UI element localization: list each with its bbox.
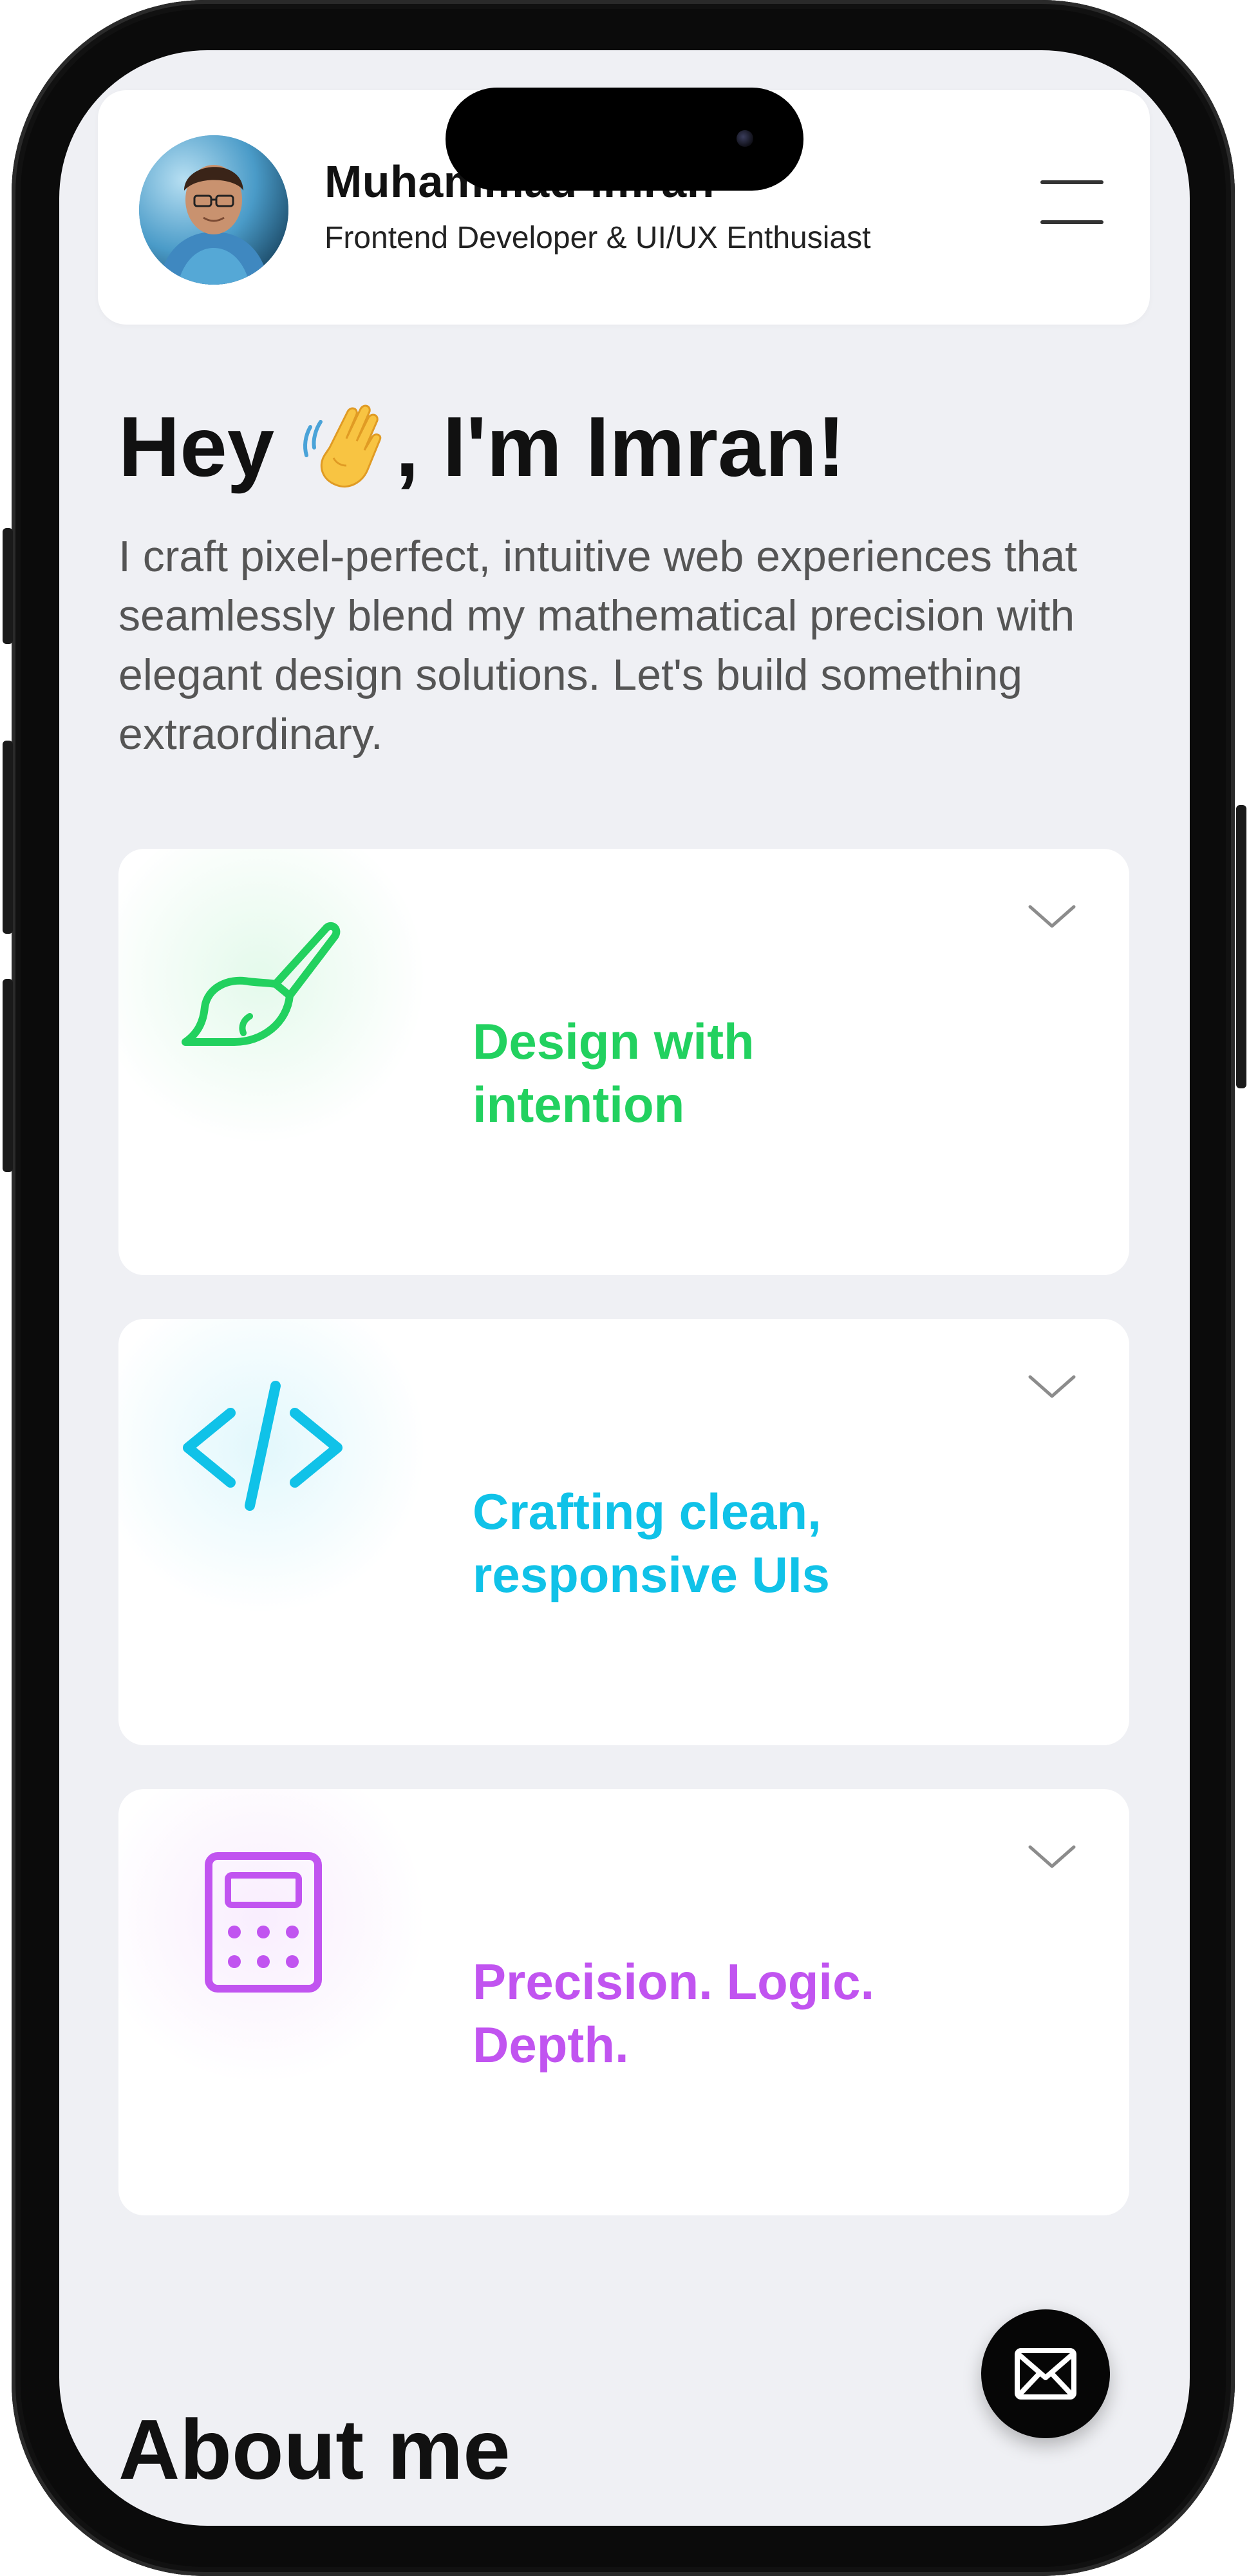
hero-title: Hey , I'm Imran! bbox=[118, 398, 845, 495]
screen: Muhammad Imran Frontend Developer & UI/U… bbox=[59, 50, 1190, 2526]
dynamic-island bbox=[446, 88, 803, 191]
hamburger-icon-line bbox=[1040, 220, 1103, 224]
hamburger-icon bbox=[1040, 180, 1103, 184]
camera-icon bbox=[737, 130, 753, 147]
menu-button[interactable] bbox=[1040, 180, 1103, 225]
feature-card-precision[interactable]: Precision. Logic. Depth. bbox=[118, 1789, 1129, 2215]
avatar[interactable] bbox=[139, 135, 288, 285]
paintbrush-icon bbox=[179, 907, 346, 1074]
feature-card-design[interactable]: Design with intention bbox=[118, 849, 1129, 1275]
hero-description: I craft pixel-perfect, intuitive web exp… bbox=[118, 532, 1078, 759]
side-button-left-2 bbox=[3, 741, 13, 934]
device-mockup: Muhammad Imran Frontend Developer & UI/U… bbox=[0, 0, 1249, 2576]
side-button-right bbox=[1236, 805, 1246, 1088]
calculator-icon bbox=[179, 1847, 346, 2014]
about-heading: About me bbox=[118, 2402, 511, 2497]
side-button-left-1 bbox=[3, 528, 13, 644]
hero-title-suffix: , I'm Imran! bbox=[395, 399, 846, 494]
avatar-portrait-icon bbox=[139, 135, 288, 285]
chevron-down-icon[interactable] bbox=[1026, 900, 1078, 933]
contact-mail-button[interactable] bbox=[981, 2309, 1110, 2438]
feature-card-code[interactable]: Crafting clean, responsive UIs bbox=[118, 1319, 1129, 1745]
hero-title-prefix: Hey bbox=[118, 399, 275, 494]
feature-title: Precision. Logic. Depth. bbox=[473, 1953, 875, 2073]
mail-icon bbox=[1015, 2348, 1076, 2400]
profile-role: Frontend Developer & UI/UX Enthusiast bbox=[324, 221, 871, 255]
chevron-down-icon[interactable] bbox=[1026, 1841, 1078, 1873]
code-icon bbox=[179, 1377, 346, 1544]
waving-hand-icon bbox=[296, 399, 393, 495]
feature-title: Crafting clean, responsive UIs bbox=[473, 1483, 830, 1603]
side-button-left-3 bbox=[3, 979, 13, 1172]
feature-title: Design with intention bbox=[473, 1013, 755, 1133]
chevron-down-icon[interactable] bbox=[1026, 1370, 1078, 1403]
